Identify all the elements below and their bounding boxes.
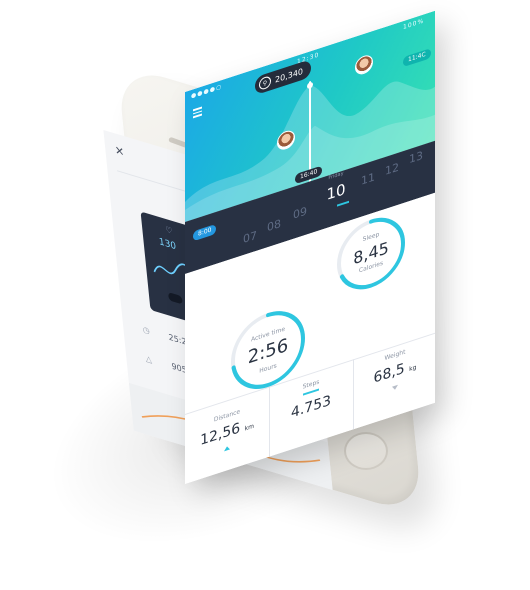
weight-trend-icon: [392, 384, 398, 391]
triangle-icon: △: [145, 353, 153, 365]
stats-divider-v1: [269, 386, 270, 457]
heart-rate-value: 130: [158, 236, 177, 253]
fitness-app-card: ●●●●○ 12:30 100% ⚲ 20,340 16:40 11:4C 8:…: [185, 10, 435, 484]
weight-unit: kg: [409, 363, 417, 374]
day-12[interactable]: 12: [381, 159, 403, 179]
day-08[interactable]: 08: [263, 216, 285, 236]
weight-value: 68,5: [373, 360, 405, 387]
distance-trend-icon: [224, 445, 230, 452]
day-11[interactable]: 11: [357, 169, 379, 189]
battery-level: 100%: [403, 17, 425, 32]
distance-unit: km: [244, 422, 254, 433]
selected-day-indicator: [337, 200, 349, 207]
heart-rate-toggle[interactable]: [167, 292, 183, 305]
signal-icon: ●●●●○: [191, 82, 223, 101]
heart-icon: ♡: [165, 224, 174, 237]
day-07[interactable]: 07: [239, 227, 261, 247]
clock-icon: ◷: [142, 324, 151, 336]
day-09[interactable]: 09: [289, 203, 311, 223]
shoe-icon: ⚲: [259, 75, 271, 91]
day-10-selected[interactable]: 10: [325, 179, 347, 204]
stats-divider-v2: [353, 359, 354, 430]
close-icon[interactable]: ✕: [114, 143, 125, 159]
home-button[interactable]: [344, 432, 388, 470]
date-badge[interactable]: 8:00: [193, 223, 217, 242]
day-13[interactable]: 13: [405, 147, 427, 167]
